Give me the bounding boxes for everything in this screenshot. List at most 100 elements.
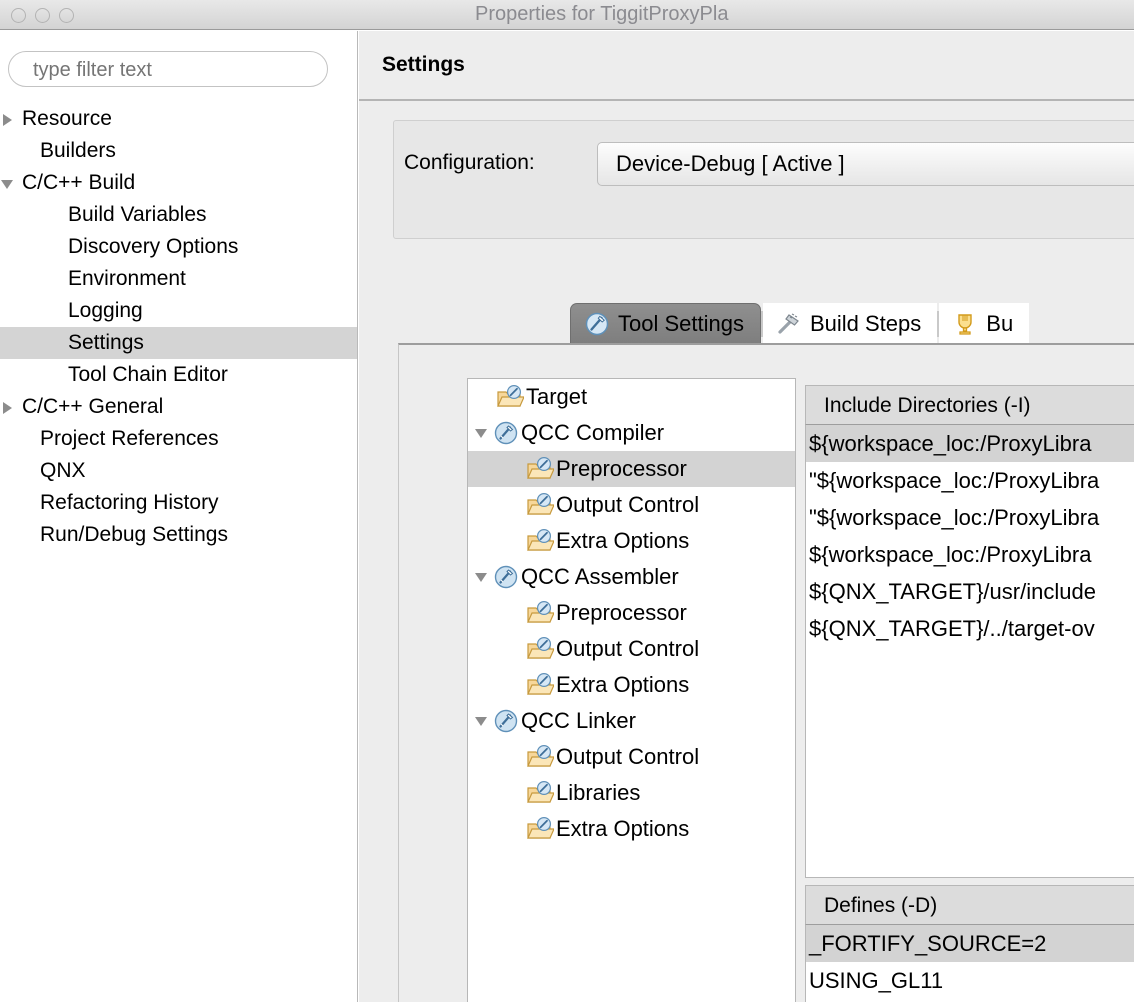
tool-tree-item-output-control[interactable]: Output Control [468,631,795,667]
page-title: Settings [382,53,465,76]
tool-tree-item-extra-options[interactable]: Extra Options [468,523,795,559]
tool-circle-icon [494,565,518,589]
settings-tabs: Tool Settings Build Steps Bu [570,303,1030,344]
chevron-down-icon[interactable] [471,703,493,739]
tool-tree-item-label: Extra Options [556,528,690,553]
filter-field-wrapper[interactable] [8,51,328,88]
tool-tree-item-label: Extra Options [556,672,690,697]
tool-folder-icon [527,600,554,623]
tool-tree-item-qcc-linker[interactable]: QCC Linker [468,703,795,739]
tool-circle-icon [494,709,518,733]
tool-tree-item-qcc-assembler[interactable]: QCC Assembler [468,559,795,595]
sidebar-item-builders[interactable]: Builders [0,135,357,167]
sidebar-item-tool-chain-editor[interactable]: Tool Chain Editor [0,359,357,391]
tool-tree-item-extra-options[interactable]: Extra Options [468,667,795,703]
tool-tree-item-target[interactable]: Target [468,379,795,415]
sidebar-item-run-debug-settings[interactable]: Run/Debug Settings [0,519,357,551]
tool-tree-item-libraries[interactable]: Libraries [468,775,795,811]
include-directory-item[interactable]: ${QNX_TARGET}/usr/include [806,573,1134,610]
window-title: Properties for TiggitProxyPla [475,3,729,25]
settings-tree: Resource Builders C/C++ Build Build Variabl… [0,103,357,551]
build-artifact-icon [958,313,972,335]
configuration-dropdown[interactable]: Device-Debug [ Active ] [597,142,1134,186]
sidebar-item-resource[interactable]: Resource [0,103,357,135]
tool-folder-icon [527,672,554,695]
tool-tree-item-label: Target [526,384,588,409]
window-title-bar: Properties for TiggitProxyPla [0,0,1134,30]
tool-tree-item-preprocessor[interactable]: Preprocessor [468,451,795,487]
sidebar-item-label: Logging [68,299,143,322]
tool-folder-icon [527,816,554,839]
properties-dialog: Properties for TiggitProxyPla Resource Bu… [0,0,1134,1002]
sidebar-item-label: Tool Chain Editor [68,363,228,386]
configuration-group: Configuration: Device-Debug [ Active ] [393,120,1134,239]
chevron-down-icon[interactable] [471,559,493,595]
tool-tree-item-extra-options[interactable]: Extra Options [468,811,795,847]
tool-tree-item-label: Libraries [556,780,641,805]
include-directory-item[interactable]: "${workspace_loc:/ProxyLibra [806,499,1134,536]
sidebar-item-label: Discovery Options [68,235,239,258]
sidebar-item-label: Settings [68,331,144,354]
tool-folder-icon [527,636,554,659]
sidebar-item-label: Run/Debug Settings [40,523,228,546]
chevron-right-icon[interactable] [0,391,18,423]
include-directories-list[interactable]: ${workspace_loc:/ProxyLibra "${workspace_… [805,425,1134,878]
include-directory-item[interactable]: ${workspace_loc:/ProxyLibra [806,425,1134,462]
tool-tree: Target QCC Compiler Preprocessor Output Con… [467,378,796,1002]
include-directory-item[interactable]: ${QNX_TARGET}/../target-ov [806,610,1134,647]
tab-label: Build Steps [809,310,922,336]
sidebar-item-discovery-options[interactable]: Discovery Options [0,231,357,263]
tab-tool-settings[interactable]: Tool Settings [570,303,761,344]
tab-label: Bu [986,310,1014,336]
include-directories-pane: Include Directories (-I) ${workspace_loc… [805,385,1134,878]
tool-tree-item-qcc-compiler[interactable]: QCC Compiler [468,415,795,451]
chevron-right-icon[interactable] [0,103,18,135]
configuration-label: Configuration: [404,151,535,174]
sidebar-item-environment[interactable]: Environment [0,263,357,295]
tool-tree-item-label: Preprocessor [556,600,687,625]
sidebar-item-logging[interactable]: Logging [0,295,357,327]
sidebar-item-label: Builders [40,139,116,162]
settings-main-panel: Settings Configuration: Device-Debug [ A… [359,31,1134,1002]
tool-folder-icon [527,744,554,767]
include-directories-header: Include Directories (-I) [805,385,1134,425]
chevron-down-icon[interactable] [0,167,18,199]
sidebar-item-refactoring-history[interactable]: Refactoring History [0,487,357,519]
sidebar-item-label: Environment [68,267,186,290]
sidebar-item-project-references[interactable]: Project References [0,423,357,455]
title-divider [359,99,1134,101]
tool-tree-item-label: Output Control [556,636,700,661]
tool-folder-icon [497,384,524,407]
tool-tree-item-label: Output Control [556,744,700,769]
sidebar-item-c-c-general[interactable]: C/C++ General [0,391,357,423]
chevron-down-icon[interactable] [471,415,493,451]
hammer-icon [778,312,799,334]
tool-folder-icon [527,528,554,551]
tab-build-steps[interactable]: Build Steps [762,303,938,344]
tool-tree-item-label: Preprocessor [556,456,687,481]
sidebar-item-c-c-build[interactable]: C/C++ Build [0,167,357,199]
include-directory-item[interactable]: "${workspace_loc:/ProxyLibra [806,462,1134,499]
tool-tree-item-label: Output Control [556,492,700,517]
tool-tree-item-preprocessor[interactable]: Preprocessor [468,595,795,631]
tab-bu[interactable]: Bu [939,303,1030,344]
define-item[interactable]: _FORTIFY_SOURCE=2 [806,925,1134,962]
sidebar-item-build-variables[interactable]: Build Variables [0,199,357,231]
sidebar-item-label: Resource [22,107,112,130]
tool-settings-panel: Target QCC Compiler Preprocessor Output Con… [398,343,1134,1002]
defines-header: Defines (-D) [805,885,1134,925]
tool-tree-item-label: QCC Assembler [521,564,679,589]
sidebar-item-qnx[interactable]: QNX [0,455,357,487]
define-item[interactable]: USING_GL11 [806,962,1134,999]
search-input[interactable] [31,52,315,88]
include-directory-item[interactable]: ${workspace_loc:/ProxyLibra [806,536,1134,573]
sidebar-item-label: C/C++ Build [22,171,136,194]
tool-folder-icon [527,780,554,803]
tool-tree-item-output-control[interactable]: Output Control [468,487,795,523]
sidebar-item-label: QNX [40,459,86,482]
sidebar-item-settings[interactable]: Settings [0,327,357,359]
tool-tree-item-output-control[interactable]: Output Control [468,739,795,775]
defines-list[interactable]: _FORTIFY_SOURCE=2 USING_GL11 [805,925,1134,1002]
tool-tree-item-label: QCC Compiler [521,420,665,445]
tool-tree-item-label: QCC Linker [521,708,636,733]
